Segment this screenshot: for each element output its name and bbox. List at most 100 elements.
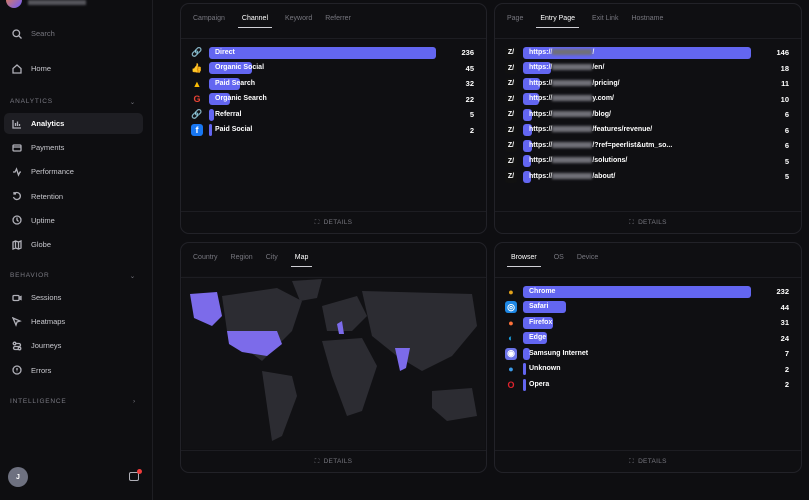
sidebar-item-sessions[interactable]: Sessions	[4, 287, 143, 308]
url-path: /?ref=peerlist&utm_so...	[592, 141, 673, 149]
url-path: /features/revenue/	[592, 126, 653, 134]
tab-region[interactable]: Region	[231, 254, 253, 267]
search-icon	[12, 28, 22, 39]
redacted-domain	[552, 64, 593, 71]
list-item[interactable]: Z/https:// /?ref=peerlist&utm_so... 6	[505, 138, 789, 154]
row-label: Organic Social	[215, 64, 265, 72]
world-map[interactable]	[182, 276, 485, 449]
list: Z/https:///146 Z/https:///en/18 Z/https://…	[505, 45, 789, 185]
url-prefix: https://	[529, 95, 553, 103]
expand-icon: ⛶	[629, 218, 635, 226]
url-prefix: https://	[529, 79, 553, 87]
tab-bar: Country Region City Map	[193, 254, 313, 267]
thumbs-up-icon: 👍	[191, 62, 203, 73]
url-path: /	[592, 48, 595, 56]
list-item[interactable]: Z/https:// /blog/6	[505, 107, 789, 123]
row-value: 24	[780, 333, 789, 343]
sidebar-item-globe[interactable]: Globe	[4, 234, 143, 255]
channel-panel: Campaign Channel Keyword Referrer 🔗 Direct 236…	[180, 3, 487, 234]
opera-icon: O	[507, 379, 515, 390]
sidebar-item-heatmaps[interactable]: Heatmaps	[4, 311, 143, 332]
url-prefix: https://	[529, 110, 553, 118]
tab-referrer[interactable]: Referrer	[325, 15, 351, 28]
list-item[interactable]: ● Firefox 31	[505, 315, 789, 331]
list-item[interactable]: 👍 Organic Social 45	[191, 61, 474, 77]
tab-map[interactable]: Map	[290, 254, 313, 267]
clock-icon	[12, 215, 22, 225]
section-intelligence[interactable]: INTELLIGENCE ›	[10, 398, 136, 405]
list-item[interactable]: Z/https:// /features/revenue/6	[505, 123, 789, 139]
tab-entry-page[interactable]: Entry Page	[536, 15, 579, 28]
tab-hostname[interactable]: Hostname	[631, 15, 663, 28]
list-item[interactable]: G Organic Search 22	[191, 92, 474, 108]
sidebar-item-journeys[interactable]: Journeys	[4, 335, 143, 356]
tab-page[interactable]: Page	[507, 15, 523, 28]
list-item[interactable]: Z/https:// /en/18	[505, 61, 789, 77]
tab-city[interactable]: City	[266, 254, 278, 267]
row-value: 45	[465, 63, 474, 73]
rotate-icon	[12, 191, 21, 201]
sidebar: Search Home ANALYTICS ⌄ Analytics Payments…	[0, 0, 153, 500]
list-item[interactable]: Z/https:// y.com/10	[505, 92, 789, 108]
list-item[interactable]: ◎ Safari 44	[505, 300, 789, 316]
list-item[interactable]: ◉ Samsung Internet 7	[505, 346, 789, 362]
url-path: y.com/	[592, 95, 614, 103]
bar-chart-icon	[12, 119, 21, 129]
list-item[interactable]: ● Chrome 232	[505, 284, 789, 300]
details-button[interactable]: ⛶ DETAILS	[495, 211, 801, 233]
list-item[interactable]: Z/https:// /about/5	[505, 169, 789, 185]
url-prefix: https://	[529, 157, 553, 165]
sidebar-item-payments[interactable]: Payments	[4, 137, 143, 158]
tab-exit-link[interactable]: Exit Link	[592, 15, 618, 28]
list: 🔗 Direct 236 👍 Organic Social 45 ▲ Paid Search 3…	[191, 45, 474, 138]
list-item[interactable]: 🔗 Referral 5	[191, 107, 474, 123]
workspace-logo[interactable]	[6, 0, 22, 8]
avatar[interactable]: J	[8, 467, 28, 487]
search-label: Search	[31, 29, 55, 38]
list: ● Chrome 232 ◎ Safari 44 ● Firefox 31 ◐ Edge 24 ◉ Sam…	[505, 284, 789, 393]
section-analytics[interactable]: ANALYTICS ⌄	[10, 98, 136, 106]
sidebar-item-label: Sessions	[31, 293, 62, 302]
sidebar-item-retention[interactable]: Retention	[4, 186, 143, 207]
tab-browser[interactable]: Browser	[507, 254, 541, 267]
site-logo-icon: Z/	[505, 108, 517, 121]
url-path: /solutions/	[592, 157, 628, 165]
row-value: 232	[776, 287, 789, 297]
list-item[interactable]: 🔗 Direct 236	[191, 45, 474, 61]
row-label: Firefox	[529, 318, 553, 326]
link-icon: 🔗	[191, 109, 203, 120]
details-button[interactable]: ⛶ DETAILS	[181, 211, 486, 233]
sidebar-item-errors[interactable]: Errors	[4, 360, 143, 381]
map-icon	[12, 239, 22, 250]
list-item[interactable]: O Opera 2	[505, 377, 789, 393]
sidebar-item-performance[interactable]: Performance	[4, 161, 143, 182]
section-label: BEHAVIOR	[10, 272, 50, 279]
sidebar-item-uptime[interactable]: Uptime	[4, 210, 143, 231]
url-prefix: https://	[529, 126, 553, 134]
details-button[interactable]: ⛶ DETAILS	[181, 450, 486, 472]
tab-campaign[interactable]: Campaign	[193, 15, 225, 28]
tab-keyword[interactable]: Keyword	[285, 15, 312, 28]
section-label: ANALYTICS	[10, 98, 53, 105]
list-item[interactable]: Z/https:// /pricing/11	[505, 76, 789, 92]
redacted-domain	[552, 157, 593, 164]
list-item[interactable]: Z/https:// / 146	[505, 45, 789, 61]
sidebar-item-analytics[interactable]: Analytics	[4, 113, 143, 134]
section-label: INTELLIGENCE	[10, 398, 67, 405]
tab-os[interactable]: OS	[554, 254, 564, 267]
sidebar-item-home[interactable]: Home	[4, 58, 143, 79]
tab-bar: Page Entry Page Exit Link Hostname	[507, 15, 663, 28]
list-item[interactable]: f Paid Social 2	[191, 123, 474, 139]
section-behavior[interactable]: BEHAVIOR ⌄	[10, 272, 136, 280]
site-logo-icon: Z/	[505, 62, 517, 75]
list-item[interactable]: Z/https:// /solutions/5	[505, 154, 789, 170]
home-icon	[12, 63, 22, 74]
list-item[interactable]: ◐ Edge 24	[505, 331, 789, 347]
tab-country[interactable]: Country	[193, 254, 218, 267]
tab-channel[interactable]: Channel	[237, 15, 272, 28]
details-button[interactable]: ⛶ DETAILS	[495, 450, 801, 472]
search-button[interactable]: Search	[4, 23, 143, 44]
tab-device[interactable]: Device	[577, 254, 598, 267]
list-item[interactable]: ● Unknown 2	[505, 362, 789, 378]
list-item[interactable]: ▲ Paid Search 32	[191, 76, 474, 92]
